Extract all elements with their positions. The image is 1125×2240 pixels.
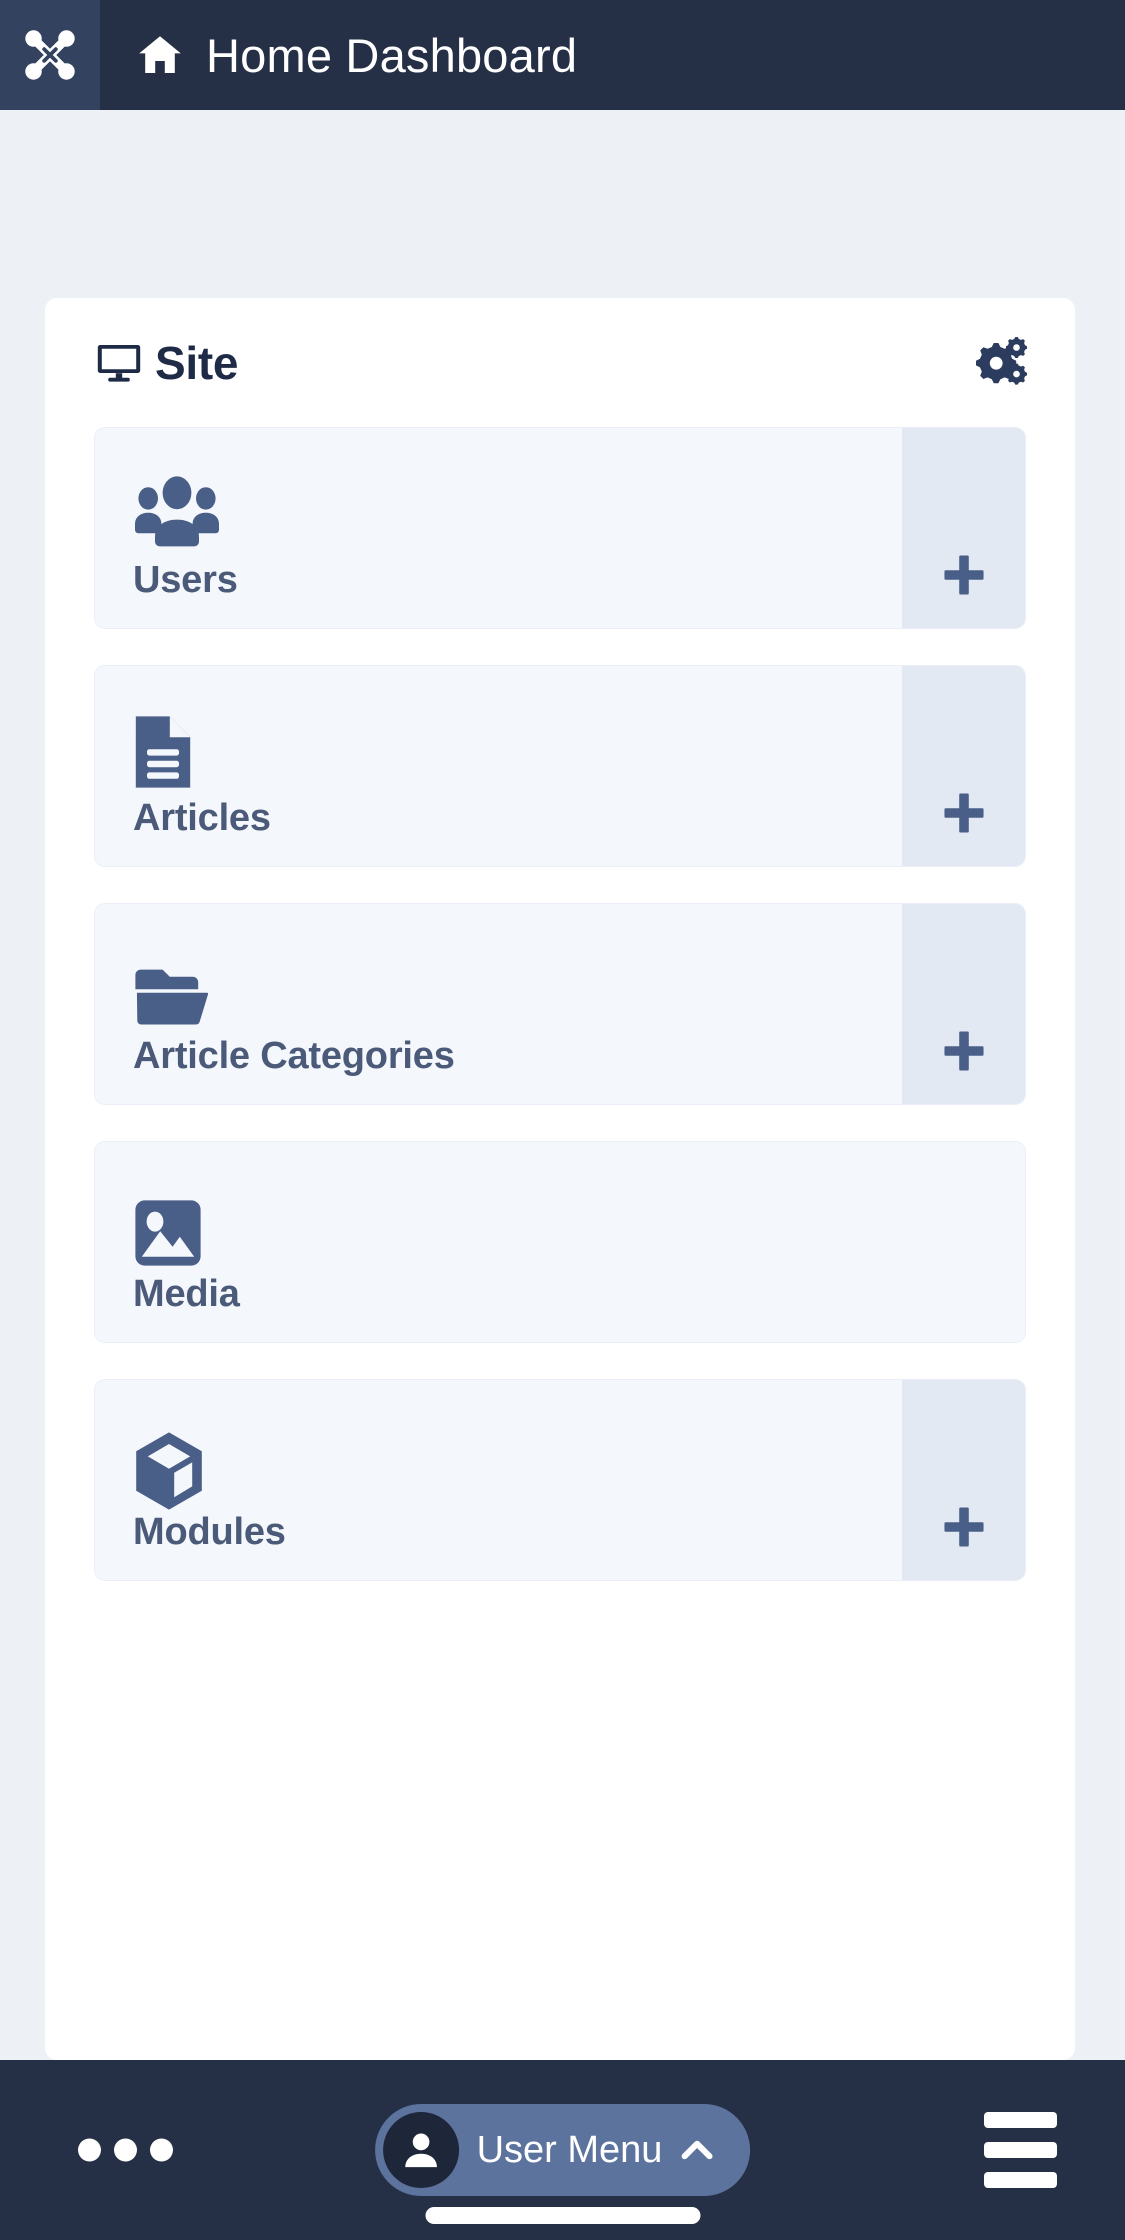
joomla-logo-button[interactable] [0, 0, 100, 110]
add-users-button[interactable] [902, 428, 1025, 628]
add-module-button[interactable] [902, 1380, 1025, 1580]
site-panel: Site Users Articles Article Categories M… [45, 298, 1075, 2060]
hamburger-line [984, 2142, 1057, 2158]
avatar [382, 2112, 459, 2188]
list-item[interactable]: Article Categories [95, 904, 1025, 1104]
hamburger-line [984, 2172, 1057, 2188]
home-indicator-bar[interactable] [425, 2207, 700, 2224]
app-header: Home Dashboard [0, 0, 1125, 110]
screen-root: Home Dashboard Site Users Articles Artic… [0, 0, 1125, 2240]
chevron-up-icon [680, 2137, 714, 2163]
bottom-navigation-bar: User Menu [0, 2060, 1125, 2240]
users-icon [133, 476, 221, 548]
list-item[interactable]: Users [95, 428, 1025, 628]
monitor-icon [95, 339, 143, 387]
three-dots-icon[interactable] [78, 2138, 173, 2162]
list-item-label: Media [133, 1273, 240, 1315]
quick-link-article-categories[interactable]: Article Categories [95, 904, 902, 1104]
dot [150, 2138, 173, 2162]
quick-link-articles[interactable]: Articles [95, 666, 902, 866]
list-item[interactable]: Media [95, 1142, 1025, 1342]
joomla-logo [19, 24, 81, 86]
home-icon [136, 31, 184, 79]
site-quick-links-list: Users Articles Article Categories Media … [45, 428, 1075, 1580]
hamburger-line [984, 2112, 1057, 2128]
image-icon [133, 1198, 203, 1268]
cogs-icon[interactable] [969, 337, 1027, 389]
list-item-label: Articles [133, 797, 271, 839]
quick-link-media[interactable]: Media [95, 1142, 1025, 1342]
site-panel-title-group: Site [95, 336, 238, 390]
dot [78, 2138, 101, 2162]
add-article-category-button[interactable] [902, 904, 1025, 1104]
list-item-label: Users [133, 559, 238, 601]
open-folder-icon [133, 966, 219, 1028]
page-title: Home Dashboard [206, 28, 578, 82]
quick-link-modules[interactable]: Modules [95, 1380, 902, 1580]
list-item-label: Article Categories [133, 1035, 455, 1077]
list-item[interactable]: Articles [95, 666, 1025, 866]
list-item-label: Modules [133, 1511, 286, 1553]
header-title-group: Home Dashboard [100, 28, 577, 83]
user-menu-label: User Menu [476, 2128, 663, 2171]
site-panel-header: Site [45, 298, 1075, 428]
document-icon [133, 714, 193, 790]
dot [114, 2138, 137, 2162]
hamburger-menu-icon[interactable] [984, 2112, 1057, 2188]
site-panel-title: Site [155, 337, 239, 389]
user-menu-button[interactable]: User Menu [374, 2104, 751, 2196]
list-item[interactable]: Modules [95, 1380, 1025, 1580]
quick-link-users[interactable]: Users [95, 428, 902, 628]
cube-icon [133, 1430, 205, 1512]
add-article-button[interactable] [902, 666, 1025, 866]
